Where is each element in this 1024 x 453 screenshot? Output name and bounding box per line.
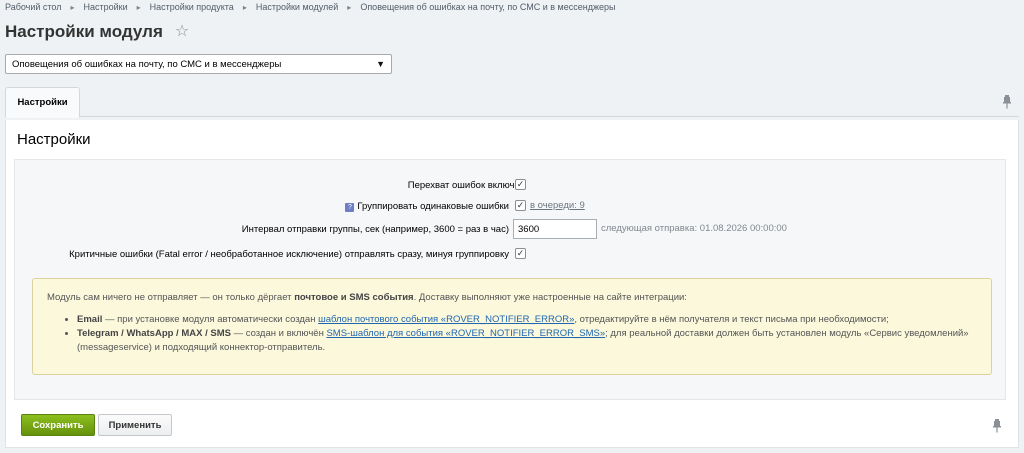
- list-item: Telegram / WhatsApp / MAX / SMS — создан…: [77, 327, 977, 355]
- group-checkbox[interactable]: ✓: [515, 200, 526, 211]
- group-label: Группировать одинаковые ошибки: [357, 200, 509, 212]
- breadcrumb-item[interactable]: Настройки продукта: [150, 2, 234, 12]
- pin-icon[interactable]: [1002, 95, 1012, 109]
- email-text-after: , отредактируйте в нём получателя и текс…: [574, 314, 889, 325]
- breadcrumb-item[interactable]: Оповещения об ошибках на почту, по СМС и…: [360, 2, 615, 12]
- module-select[interactable]: Оповещения об ошибках на почту, по СМС и…: [5, 54, 392, 74]
- note-intro-text: Модуль сам ничего не отправляет — он тол…: [47, 292, 295, 303]
- next-send-text: следующая отправка: 01.08.2026 00:00:00: [601, 223, 787, 234]
- section-title: Настройки: [17, 131, 91, 148]
- intercept-checkbox[interactable]: ✓: [515, 179, 526, 190]
- note-list: Email — при установке модуля автоматичес…: [47, 313, 977, 355]
- queue-link[interactable]: в очереди: 9: [530, 200, 585, 211]
- check-icon: ✓: [516, 248, 525, 258]
- tab-label: Настройки: [17, 97, 68, 108]
- sms-template-link[interactable]: SMS-шаблон для события «ROVER_NOTIFIER_E…: [326, 328, 605, 339]
- fatal-checkbox[interactable]: ✓: [515, 248, 526, 259]
- page-title-row: Настройки модуля ☆: [5, 22, 189, 42]
- group-label-wrap: ? Группировать одинаковые ошибки: [345, 201, 509, 212]
- email-text: — при установке модуля автоматически соз…: [102, 314, 319, 325]
- form-row-group: ? Группировать одинаковые ошибки: [15, 197, 509, 215]
- chevron-right-icon: ▸: [70, 3, 75, 12]
- sms-text: — создан и включён: [230, 328, 327, 339]
- chevron-right-icon: ▸: [347, 3, 352, 12]
- info-note: Модуль сам ничего не отправляет — он тол…: [32, 278, 992, 375]
- pin-icon[interactable]: [992, 419, 1002, 433]
- save-button[interactable]: Сохранить: [21, 414, 95, 436]
- note-intro: Модуль сам ничего не отправляет — он тол…: [47, 291, 977, 305]
- email-bold: Email: [77, 314, 103, 325]
- star-icon[interactable]: ☆: [175, 24, 189, 40]
- module-select-value: Оповещения об ошибках на почту, по СМС и…: [12, 58, 282, 70]
- breadcrumb: Рабочий стол ▸ Настройки ▸ Настройки продукт…: [5, 2, 615, 12]
- breadcrumb-item[interactable]: Рабочий стол: [5, 2, 62, 12]
- chevron-right-icon: ▸: [136, 3, 141, 12]
- form-row-intercept: Перехват ошибок включён: [15, 176, 525, 194]
- page-title: Настройки модуля: [5, 22, 163, 41]
- list-item: Email — при установке модуля автоматичес…: [77, 313, 977, 327]
- sms-bold: Telegram / WhatsApp / MAX / SMS: [77, 328, 231, 339]
- interval-label: Интервал отправки группы, сек (например,…: [241, 223, 509, 235]
- tab-settings[interactable]: Настройки: [5, 87, 80, 118]
- settings-panel: Настройки Перехват ошибок включён ✓ ? Гру…: [5, 120, 1019, 448]
- note-intro-text-after: . Доставку выполняют уже настроенные на …: [413, 292, 687, 303]
- settings-form: Перехват ошибок включён ✓ ? Группировать …: [14, 159, 1006, 400]
- breadcrumb-item[interactable]: Настройки модулей: [256, 2, 338, 12]
- breadcrumb-item[interactable]: Настройки: [84, 2, 128, 12]
- check-icon: ✓: [516, 200, 525, 210]
- apply-button[interactable]: Применить: [98, 414, 172, 436]
- intercept-label: Перехват ошибок включён: [407, 179, 525, 191]
- email-template-link[interactable]: шаблон почтового события «ROVER_NOTIFIER…: [318, 314, 574, 325]
- chevron-down-icon: ▼: [376, 59, 385, 69]
- chevron-right-icon: ▸: [242, 3, 247, 12]
- hint-icon[interactable]: ?: [345, 202, 355, 212]
- form-row-fatal: Критичные ошибки (Fatal error / необрабо…: [15, 245, 509, 263]
- interval-input[interactable]: [513, 219, 597, 239]
- check-icon: ✓: [516, 179, 525, 189]
- fatal-label: Критичные ошибки (Fatal error / необрабо…: [69, 248, 509, 260]
- tabs-bar: Настройки: [5, 87, 1019, 118]
- note-intro-bold: почтовое и SMS события: [294, 292, 414, 303]
- form-row-interval: Интервал отправки группы, сек (например,…: [15, 220, 509, 238]
